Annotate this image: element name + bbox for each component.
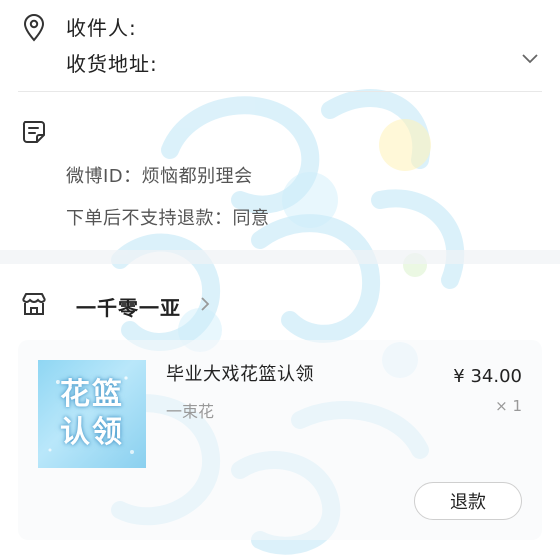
- section-gap: [0, 250, 560, 264]
- refund-button[interactable]: 退款: [414, 482, 522, 520]
- product-title[interactable]: 毕业大戏花篮认领: [166, 360, 314, 386]
- shop-name[interactable]: 一千零一亚: [76, 292, 181, 321]
- chevron-right-icon[interactable]: [198, 295, 212, 313]
- thumbnail-caption: 花篮 认领: [38, 360, 146, 468]
- address-section[interactable]: 收件人: 收货地址:: [0, 0, 560, 92]
- note-icon: [22, 121, 45, 143]
- refund-policy-note: 下单后不支持退款：同意: [66, 208, 270, 229]
- shop-icon: [22, 293, 46, 315]
- divider: [18, 91, 542, 92]
- product-thumbnail[interactable]: 花篮 认领: [38, 360, 146, 468]
- thumbnail-caption-line2: 认领: [60, 415, 124, 450]
- product-quantity: × 1: [495, 397, 522, 415]
- product-variant: 一束花: [166, 402, 215, 421]
- weibo-id-note: 微博ID：烦恼都别理会: [66, 166, 253, 187]
- location-pin-icon: [23, 14, 45, 42]
- recipient-label: 收件人:: [66, 16, 137, 40]
- product-price: ¥ 34.00: [453, 366, 522, 387]
- chevron-down-icon[interactable]: [520, 52, 540, 66]
- address-label: 收货地址:: [66, 52, 158, 76]
- thumbnail-caption-line1: 花篮: [60, 377, 124, 412]
